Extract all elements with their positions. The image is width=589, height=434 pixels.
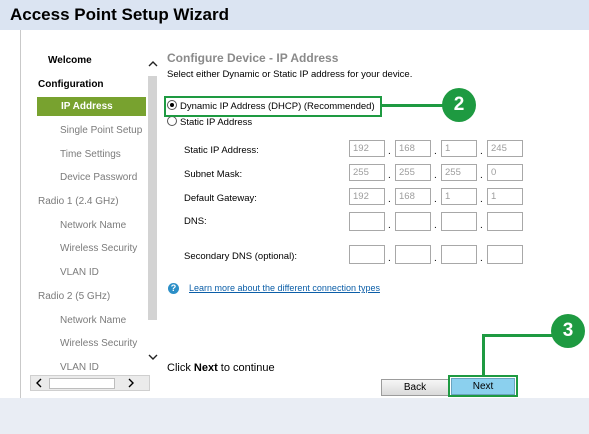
- sidebar-item-vlan-id-1[interactable]: VLAN ID: [60, 267, 99, 278]
- sidebar-horizontal-scrollbar[interactable]: [30, 375, 150, 391]
- gateway-octet-3[interactable]: 1: [441, 188, 477, 205]
- chevron-left-icon[interactable]: [35, 378, 42, 388]
- back-button[interactable]: Back: [381, 379, 449, 396]
- octet-separator: .: [480, 170, 483, 181]
- static-ip-octet-2[interactable]: 168: [395, 140, 431, 157]
- dns-octet-3[interactable]: [441, 212, 477, 231]
- sidebar-item-ip-address[interactable]: IP Address: [37, 97, 146, 116]
- callout-step-2: 2: [442, 88, 476, 122]
- static-ip-label: Static IP Address: [180, 117, 253, 128]
- sidebar-vertical-scrollbar[interactable]: [146, 54, 160, 366]
- help-icon[interactable]: ?: [168, 283, 179, 294]
- sidebar-item-radio-2[interactable]: Radio 2 (5 GHz): [38, 291, 110, 302]
- octet-separator: .: [434, 220, 437, 231]
- octet-separator: .: [388, 194, 391, 205]
- page-heading: Configure Device - IP Address: [167, 51, 339, 65]
- sidebar-item-configuration[interactable]: Configuration: [38, 79, 104, 90]
- octet-separator: .: [434, 146, 437, 157]
- default-gateway-label: Default Gateway:: [184, 193, 257, 204]
- secondary-dns-label: Secondary DNS (optional):: [184, 251, 297, 262]
- sidebar-item-network-name-2[interactable]: Network Name: [60, 315, 126, 326]
- octet-separator: .: [480, 220, 483, 231]
- next-button-highlight: [448, 375, 518, 397]
- static-ip-radio[interactable]: [167, 116, 177, 126]
- callout-3-line-horizontal: [482, 334, 552, 337]
- subnet-mask-label: Subnet Mask:: [184, 169, 243, 180]
- static-ip-octet-1[interactable]: 192: [349, 140, 385, 157]
- secondary-dns-octet-4[interactable]: [487, 245, 523, 264]
- callout-step-3: 3: [551, 314, 585, 348]
- subnet-octet-1[interactable]: 255: [349, 164, 385, 181]
- dynamic-ip-highlight: [164, 96, 382, 117]
- static-ip-option[interactable]: Static IP Address: [167, 116, 252, 128]
- callout-2-line: [381, 104, 443, 107]
- sidebar-item-single-point-setup[interactable]: Single Point Setup: [60, 125, 142, 136]
- sidebar-item-wireless-security-2[interactable]: Wireless Security: [60, 338, 137, 349]
- sidebar-item-time-settings[interactable]: Time Settings: [60, 149, 121, 160]
- gateway-octet-2[interactable]: 168: [395, 188, 431, 205]
- octet-separator: .: [388, 170, 391, 181]
- sidebar-item-label: IP Address: [61, 101, 113, 112]
- octet-separator: .: [388, 253, 391, 264]
- sidebar-item-radio-1[interactable]: Radio 1 (2.4 GHz): [38, 196, 119, 207]
- dns-octet-1[interactable]: [349, 212, 385, 231]
- callout-3-line-vertical: [482, 334, 485, 376]
- chevron-down-icon[interactable]: [148, 354, 158, 361]
- octet-separator: .: [434, 253, 437, 264]
- octet-separator: .: [480, 253, 483, 264]
- octet-separator: .: [480, 194, 483, 205]
- octet-separator: .: [388, 220, 391, 231]
- sidebar-item-welcome[interactable]: Welcome: [48, 55, 92, 66]
- subnet-octet-3[interactable]: 255: [441, 164, 477, 181]
- static-ip-label-text: Static IP Address:: [184, 145, 259, 156]
- connection-types-help-link[interactable]: Learn more about the different connectio…: [189, 283, 380, 293]
- secondary-dns-octet-3[interactable]: [441, 245, 477, 264]
- dns-label: DNS:: [184, 216, 207, 227]
- octet-separator: .: [480, 146, 483, 157]
- wizard-titlebar: Access Point Setup Wizard: [0, 0, 589, 30]
- sidebar-item-vlan-id-2[interactable]: VLAN ID: [60, 362, 99, 373]
- dns-octet-2[interactable]: [395, 212, 431, 231]
- octet-separator: .: [434, 194, 437, 205]
- gateway-octet-4[interactable]: 1: [487, 188, 523, 205]
- page-subtext: Select either Dynamic or Static IP addre…: [167, 69, 413, 80]
- sidebar-item-network-name-1[interactable]: Network Name: [60, 220, 126, 231]
- static-ip-octet-3[interactable]: 1: [441, 140, 477, 157]
- sidebar-item-wireless-security-1[interactable]: Wireless Security: [60, 243, 137, 254]
- scrollbar-thumb[interactable]: [148, 76, 157, 320]
- chevron-up-icon[interactable]: [148, 60, 158, 67]
- continue-instruction: Click Next to continue: [167, 362, 275, 374]
- secondary-dns-octet-1[interactable]: [349, 245, 385, 264]
- subnet-octet-2[interactable]: 255: [395, 164, 431, 181]
- scrollbar-thumb[interactable]: [49, 378, 115, 389]
- secondary-dns-octet-2[interactable]: [395, 245, 431, 264]
- octet-separator: .: [434, 170, 437, 181]
- sidebar-item-device-password[interactable]: Device Password: [60, 172, 137, 183]
- octet-separator: .: [388, 146, 391, 157]
- wizard-footer: [0, 398, 589, 434]
- chevron-right-icon[interactable]: [128, 378, 135, 388]
- static-ip-octet-4[interactable]: 245: [487, 140, 523, 157]
- dns-octet-4[interactable]: [487, 212, 523, 231]
- subnet-octet-4[interactable]: 0: [487, 164, 523, 181]
- gateway-octet-1[interactable]: 192: [349, 188, 385, 205]
- window-title: Access Point Setup Wizard: [10, 5, 230, 24]
